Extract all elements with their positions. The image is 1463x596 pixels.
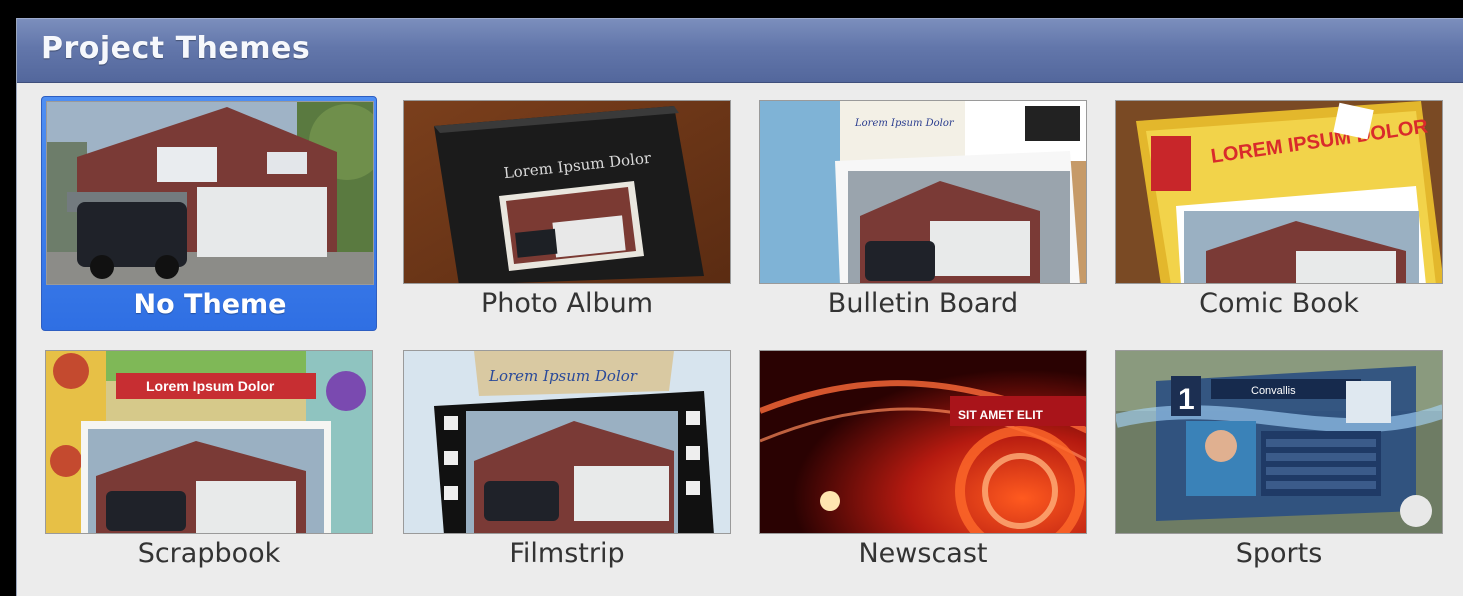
theme-label: Scrapbook [137,538,281,569]
theme-label: Filmstrip [509,538,625,569]
theme-thumbnail-newscast: SIT AMET ELIT [759,350,1087,534]
theme-thumbnail-photo-album: Lorem Ipsum Dolor [403,100,731,284]
panel-title: Project Themes [41,31,311,66]
filmstrip-overlay-text: Lorem Ipsum Dolor [488,367,638,385]
newscast-overlay-text: SIT AMET ELIT [958,408,1044,422]
theme-thumbnail-filmstrip: Lorem Ipsum Dolor [403,350,731,534]
theme-thumbnail-sports: 1 Convallis [1115,350,1443,534]
scrapbook-overlay-text: Lorem Ipsum Dolor [146,378,275,394]
theme-label: Sports [1235,538,1323,569]
theme-tile-sports[interactable]: 1 Convallis Sports [1111,346,1447,581]
theme-label: No Theme [133,289,287,320]
theme-tile-newscast[interactable]: SIT AMET ELIT Newscast [755,346,1091,581]
theme-thumbnail-comic-book: LOREM IPSUM DOLOR [1115,100,1443,284]
theme-label: Bulletin Board [827,288,1019,319]
theme-tile-no-theme[interactable]: No Theme [41,96,377,331]
theme-thumbnail-scrapbook: Lorem Ipsum Dolor [45,350,373,534]
theme-tile-bulletin-board[interactable]: Lorem Ipsum Dolor Bulletin Board [755,96,1091,331]
theme-tile-photo-album[interactable]: Lorem Ipsum Dolor Photo Album [399,96,735,331]
theme-tile-scrapbook[interactable]: Lorem Ipsum Dolor Scrapbook [41,346,377,581]
theme-label: Photo Album [480,288,654,319]
theme-thumbnail-bulletin-board: Lorem Ipsum Dolor [759,100,1087,284]
bulletin-board-overlay-text: Lorem Ipsum Dolor [854,118,955,129]
theme-tile-filmstrip[interactable]: Lorem Ipsum Dolor Filmstrip [399,346,735,581]
theme-label: Comic Book [1199,288,1359,319]
theme-tile-comic-book[interactable]: LOREM IPSUM DOLOR Comic Book [1111,96,1447,331]
theme-thumbnail-no-theme [46,101,374,285]
sports-overlay-text: Convallis [1251,385,1296,397]
panel-header: Project Themes [17,18,1463,83]
sports-overlay-number: 1 [1178,383,1195,416]
theme-label: Newscast [858,538,988,569]
project-themes-panel: Project Themes No Theme Lorem Ipsum Dolo… [16,18,1463,596]
